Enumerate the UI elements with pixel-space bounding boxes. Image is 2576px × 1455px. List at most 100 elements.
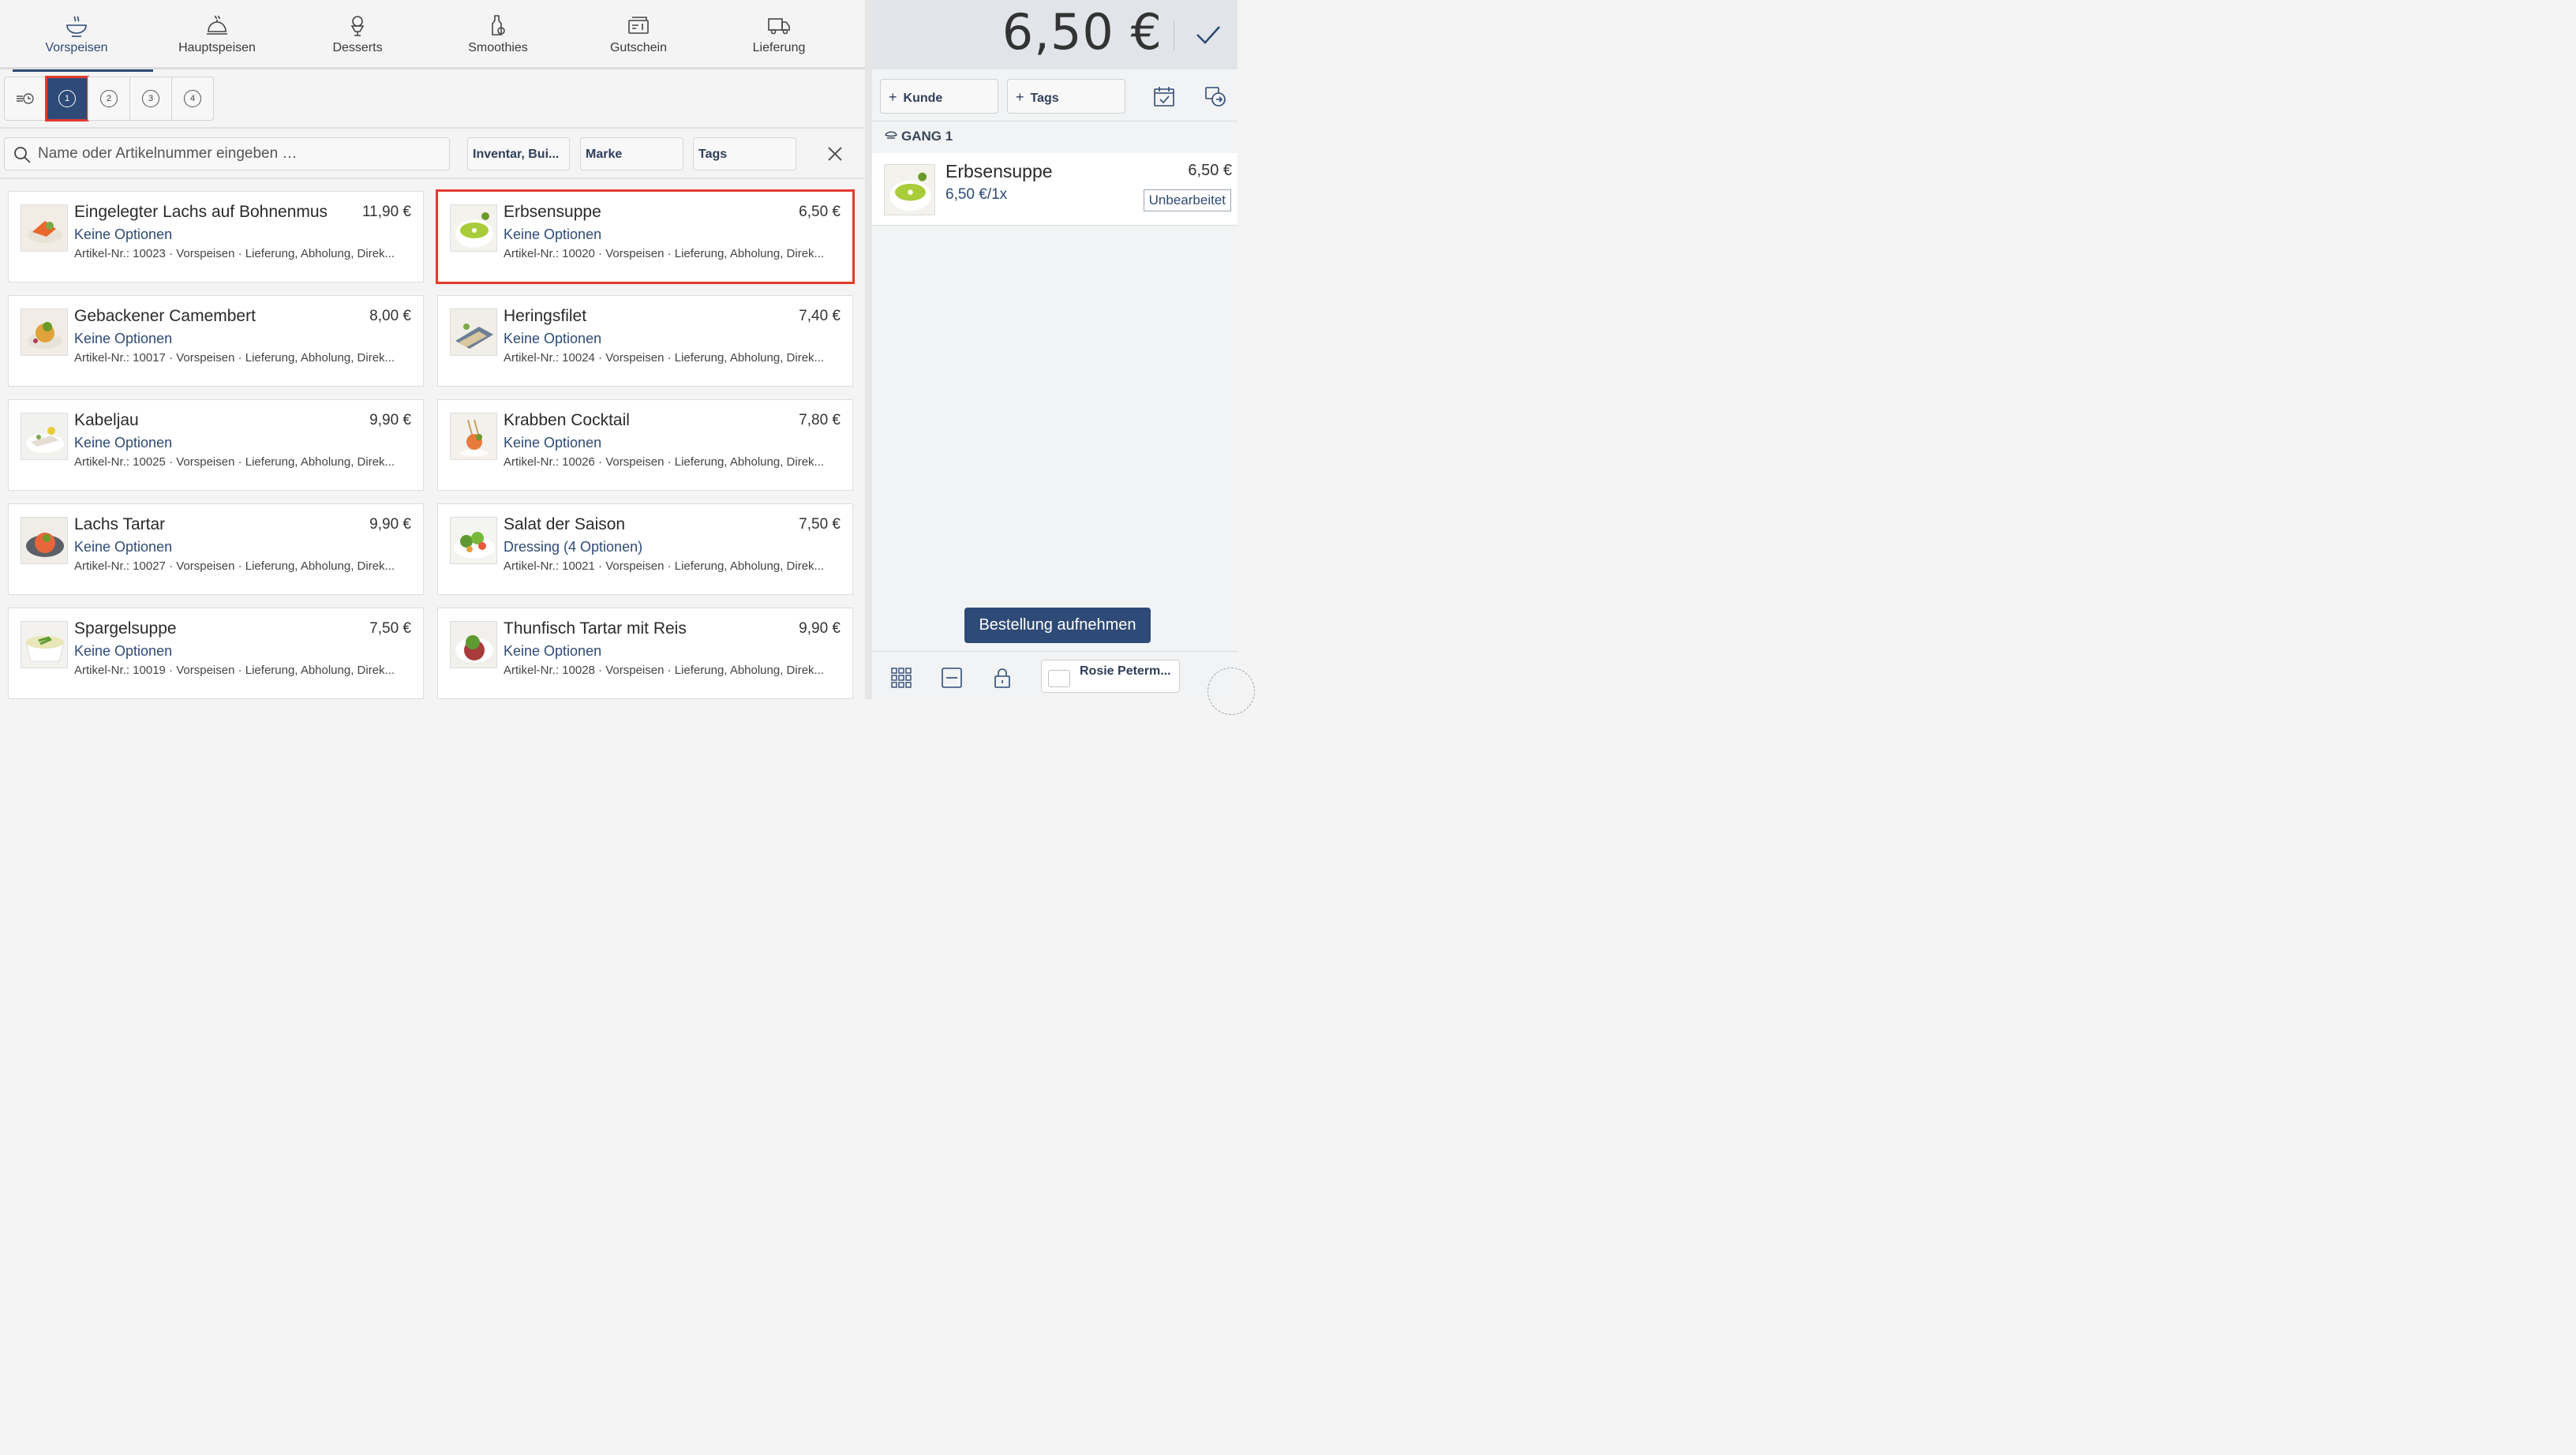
- product-card[interactable]: Heringsfilet 7,40 € Keine Optionen Artik…: [437, 295, 853, 387]
- total-bar: 6,50 €: [872, 0, 1237, 69]
- voucher-icon: [628, 17, 649, 34]
- product-name: Eingelegter Lachs auf Bohnenmus: [74, 203, 328, 221]
- transfer-order-icon[interactable]: [1203, 84, 1228, 109]
- product-card[interactable]: Erbsensuppe 6,50 € Keine Optionen Artike…: [436, 189, 855, 284]
- course-number: 4: [184, 90, 201, 107]
- tab-desserts[interactable]: Desserts: [287, 0, 428, 69]
- product-meta: Artikel-Nr.: 10025 · Vorspeisen · Liefer…: [74, 455, 395, 469]
- bottom-toolbar: Rosie Peterm...: [872, 651, 1255, 715]
- product-options: Keine Optionen: [74, 539, 173, 555]
- product-options: Keine Optionen: [504, 643, 602, 659]
- delivery-truck-icon: [768, 18, 790, 35]
- tab-label: Gutschein: [609, 41, 668, 54]
- tab-hauptspeisen[interactable]: Hauptspeisen: [147, 0, 287, 69]
- order-item-image: [884, 164, 935, 215]
- product-meta: Artikel-Nr.: 10024 · Vorspeisen · Liefer…: [504, 351, 825, 365]
- soup-bowl-icon: [66, 16, 87, 37]
- product-options: Keine Optionen: [504, 435, 602, 451]
- product-image: [450, 517, 497, 564]
- product-name: Kabeljau: [74, 411, 139, 429]
- product-price: 6,50 €: [799, 204, 841, 220]
- product-price: 8,00 €: [369, 308, 411, 324]
- product-price: 11,90 €: [362, 204, 411, 220]
- lock-icon[interactable]: [990, 666, 1014, 690]
- product-image: [450, 413, 497, 460]
- product-options: Dressing (4 Optionen): [504, 539, 643, 555]
- course-selector: 1 2 3 4: [4, 76, 214, 122]
- tags-filter-button[interactable]: Tags: [693, 137, 796, 170]
- product-card[interactable]: Eingelegter Lachs auf Bohnenmus 11,90 € …: [8, 191, 424, 282]
- cloche-icon: [207, 15, 227, 35]
- close-icon[interactable]: [826, 144, 844, 163]
- user-name: Rosie Peterm...: [1080, 664, 1171, 678]
- product-price: 9,90 €: [799, 620, 841, 637]
- tab-smoothies[interactable]: Smoothies: [428, 0, 568, 69]
- product-image: [21, 204, 68, 252]
- divider: [0, 178, 865, 179]
- settings-dial-icon[interactable]: [1208, 668, 1255, 715]
- course-2-button[interactable]: 2: [88, 77, 130, 121]
- course-4-button[interactable]: 4: [171, 77, 214, 121]
- users-icon: [1048, 670, 1070, 687]
- product-card[interactable]: Thunfisch Tartar mit Reis 9,90 € Keine O…: [437, 608, 853, 699]
- product-card[interactable]: Lachs Tartar 9,90 € Keine Optionen Artik…: [8, 503, 424, 595]
- tab-lieferung[interactable]: Lieferung: [709, 0, 849, 69]
- product-meta: Artikel-Nr.: 10028 · Vorspeisen · Liefer…: [504, 664, 825, 677]
- bottle-icon: [492, 15, 505, 36]
- dessert-icon: [350, 16, 365, 36]
- order-item-price: 6,50 €: [1188, 162, 1232, 179]
- product-meta: Artikel-Nr.: 10021 · Vorspeisen · Liefer…: [504, 559, 825, 573]
- product-meta: Artikel-Nr.: 10027 · Vorspeisen · Liefer…: [74, 559, 395, 573]
- product-price: 7,50 €: [369, 620, 411, 637]
- order-line-item[interactable]: Erbsensuppe 6,50 €/1x 6,50 € Unbearbeite…: [872, 153, 1237, 226]
- product-price: 9,90 €: [369, 412, 411, 428]
- product-price: 9,90 €: [369, 516, 411, 533]
- category-filter-button[interactable]: Inventar, Bui...: [467, 137, 570, 170]
- product-name: Heringsfilet: [504, 307, 587, 325]
- product-name: Spargelsuppe: [74, 619, 177, 638]
- product-name: Krabben Cocktail: [504, 411, 630, 429]
- minus-box-icon[interactable]: [940, 666, 964, 690]
- course-3-button[interactable]: 3: [129, 77, 172, 121]
- product-card[interactable]: Kabeljau 9,90 € Keine Optionen Artikel-N…: [8, 399, 424, 491]
- status-badge: Unbearbeitet: [1143, 189, 1231, 211]
- course-history-button[interactable]: [4, 77, 47, 121]
- search-box: [4, 137, 450, 170]
- plus-icon: +: [1016, 89, 1024, 105]
- place-order-button[interactable]: Bestellung aufnehmen: [964, 608, 1151, 643]
- course-number: 1: [58, 90, 76, 107]
- product-card[interactable]: Gebackener Camembert 8,00 € Keine Option…: [8, 295, 424, 387]
- grid-icon[interactable]: [889, 666, 913, 690]
- calendar-check-icon[interactable]: [1151, 84, 1177, 109]
- panel-divider: [865, 0, 872, 699]
- product-meta: Artikel-Nr.: 10020 · Vorspeisen · Liefer…: [504, 247, 825, 260]
- product-options: Keine Optionen: [504, 331, 602, 346]
- add-tags-button[interactable]: + Tags: [1007, 79, 1125, 114]
- brand-filter-button[interactable]: Marke: [580, 137, 683, 170]
- product-card[interactable]: Spargelsuppe 7,50 € Keine Optionen Artik…: [8, 608, 424, 699]
- tab-label: Desserts: [332, 41, 383, 54]
- course-label: GANG 1: [901, 129, 953, 144]
- product-name: Erbsensuppe: [504, 203, 601, 221]
- list-clock-icon: [17, 93, 34, 104]
- product-image: [450, 309, 497, 356]
- order-total: 6,50 €: [1002, 3, 1163, 61]
- search-input[interactable]: [38, 138, 444, 170]
- user-button[interactable]: Rosie Peterm...: [1041, 660, 1180, 693]
- product-image: [21, 517, 68, 564]
- product-options: Keine Optionen: [74, 331, 173, 346]
- product-card[interactable]: Salat der Saison 7,50 € Dressing (4 Opti…: [437, 503, 853, 595]
- course-1-button[interactable]: 1: [45, 76, 89, 122]
- course-icon: [885, 131, 897, 139]
- tab-vorspeisen[interactable]: Vorspeisen: [6, 0, 153, 72]
- add-customer-button[interactable]: + Kunde: [880, 79, 998, 114]
- product-card[interactable]: Krabben Cocktail 7,80 € Keine Optionen A…: [437, 399, 853, 491]
- product-image: [450, 621, 497, 668]
- product-image: [21, 621, 68, 668]
- product-price: 7,50 €: [799, 516, 841, 533]
- checkmark-icon[interactable]: [1194, 22, 1222, 47]
- course-number: 3: [142, 90, 159, 107]
- tab-gutschein[interactable]: Gutschein: [568, 0, 709, 69]
- plus-icon: +: [889, 89, 897, 105]
- product-image: [21, 309, 68, 356]
